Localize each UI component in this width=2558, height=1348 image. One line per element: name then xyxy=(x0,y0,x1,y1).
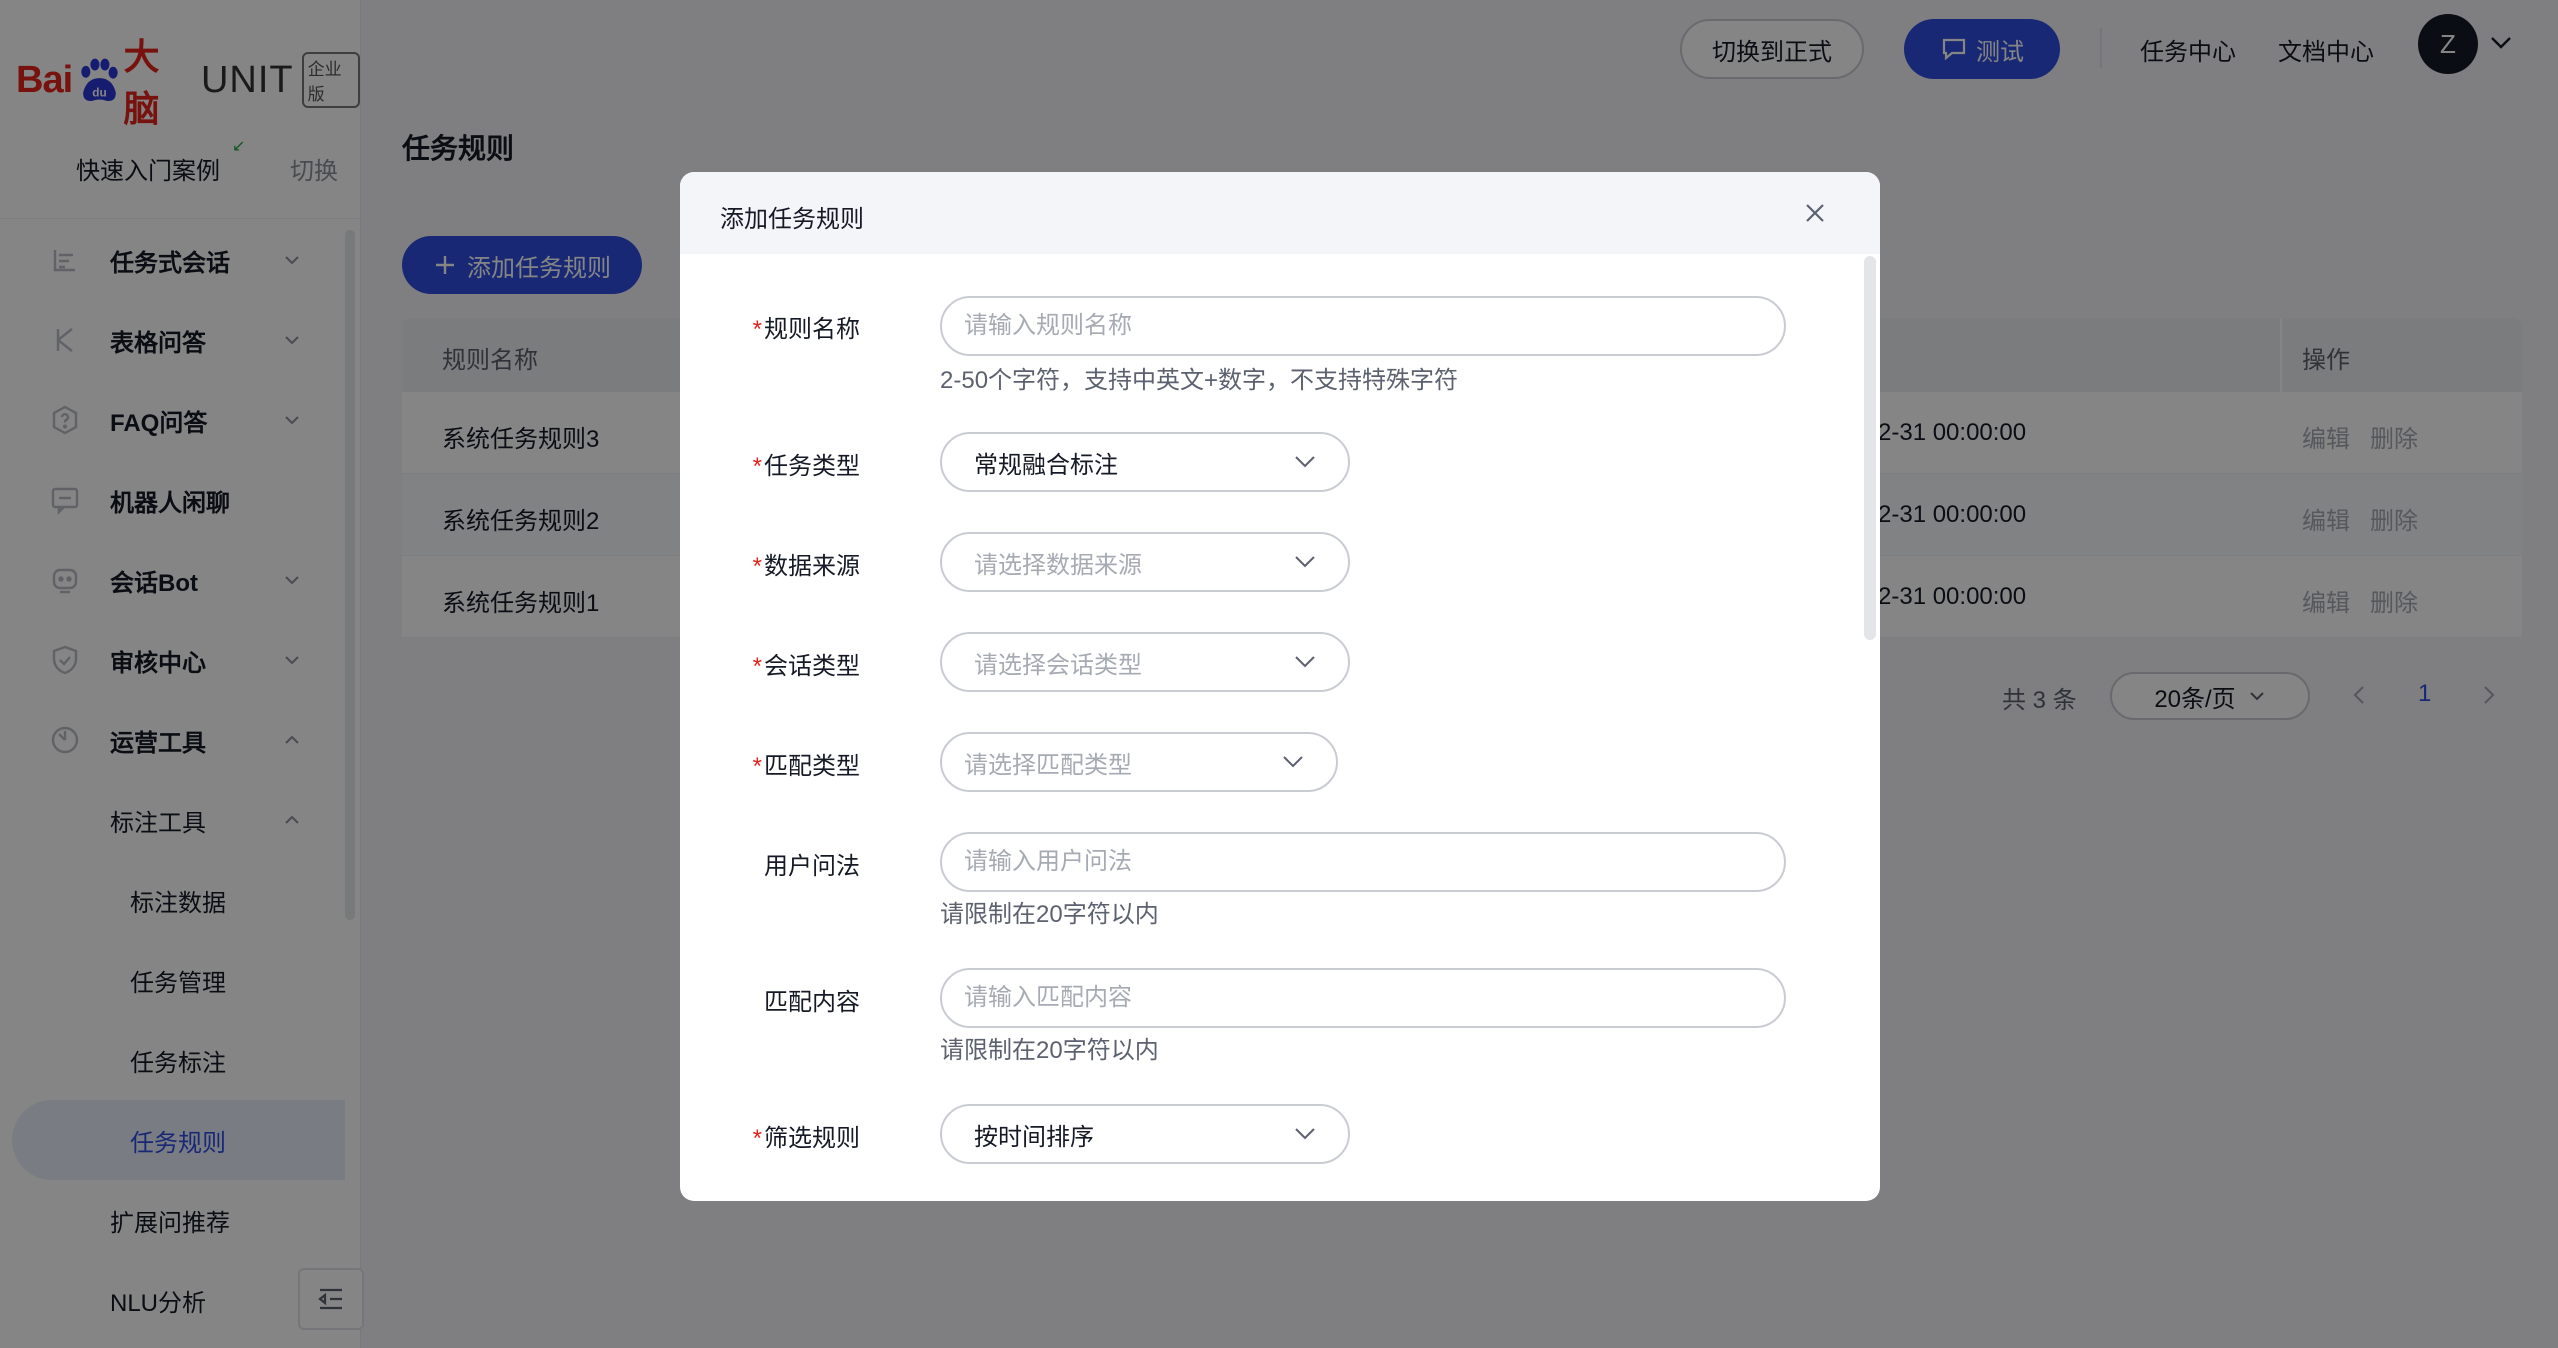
chevron-down-icon xyxy=(1295,1128,1315,1140)
chevron-down-icon xyxy=(1283,756,1303,768)
task-type-select[interactable]: 常规融合标注 xyxy=(940,432,1350,492)
match-content-hint: 请限制在20字符以内 xyxy=(940,1037,1159,1064)
data-source-label: *数据来源 xyxy=(752,553,860,580)
close-icon[interactable] xyxy=(1804,202,1826,224)
user-query-input[interactable] xyxy=(940,832,1786,892)
filter-rule-label: *筛选规则 xyxy=(752,1125,860,1152)
dialog-scrollbar[interactable] xyxy=(1864,256,1876,640)
match-content-label: 匹配内容 xyxy=(764,989,860,1016)
rule-name-label: *规则名称 xyxy=(752,316,860,343)
filter-rule-select[interactable]: 按时间排序 xyxy=(940,1104,1350,1164)
chevron-down-icon xyxy=(1295,456,1315,468)
match-type-placeholder: 请选择匹配类型 xyxy=(964,751,1132,779)
task-type-value: 常规融合标注 xyxy=(974,451,1118,479)
rule-name-hint: 2-50个字符，支持中英文+数字，不支持特殊字符 xyxy=(940,367,1459,394)
dialog-header: 添加任务规则 xyxy=(680,172,1880,254)
user-query-label: 用户问法 xyxy=(764,853,860,880)
match-content-input[interactable] xyxy=(940,968,1786,1028)
data-source-placeholder: 请选择数据来源 xyxy=(974,551,1142,579)
chevron-down-icon xyxy=(1295,656,1315,668)
filter-rule-value: 按时间排序 xyxy=(974,1123,1094,1151)
chevron-down-icon xyxy=(1295,556,1315,568)
session-type-placeholder: 请选择会话类型 xyxy=(974,651,1142,679)
match-type-label: *匹配类型 xyxy=(752,753,860,780)
data-source-select[interactable]: 请选择数据来源 xyxy=(940,532,1350,592)
session-type-label: *会话类型 xyxy=(752,653,860,680)
add-task-rule-dialog: 添加任务规则 *规则名称 2-50个字符，支持中英文+数字，不支持特殊字符 *任… xyxy=(680,172,1880,1201)
task-type-label: *任务类型 xyxy=(752,453,860,480)
session-type-select[interactable]: 请选择会话类型 xyxy=(940,632,1350,692)
dialog-title: 添加任务规则 xyxy=(720,206,864,233)
rule-name-input[interactable] xyxy=(940,296,1786,356)
match-type-select[interactable]: 请选择匹配类型 xyxy=(940,732,1338,792)
user-query-hint: 请限制在20字符以内 xyxy=(940,901,1159,928)
